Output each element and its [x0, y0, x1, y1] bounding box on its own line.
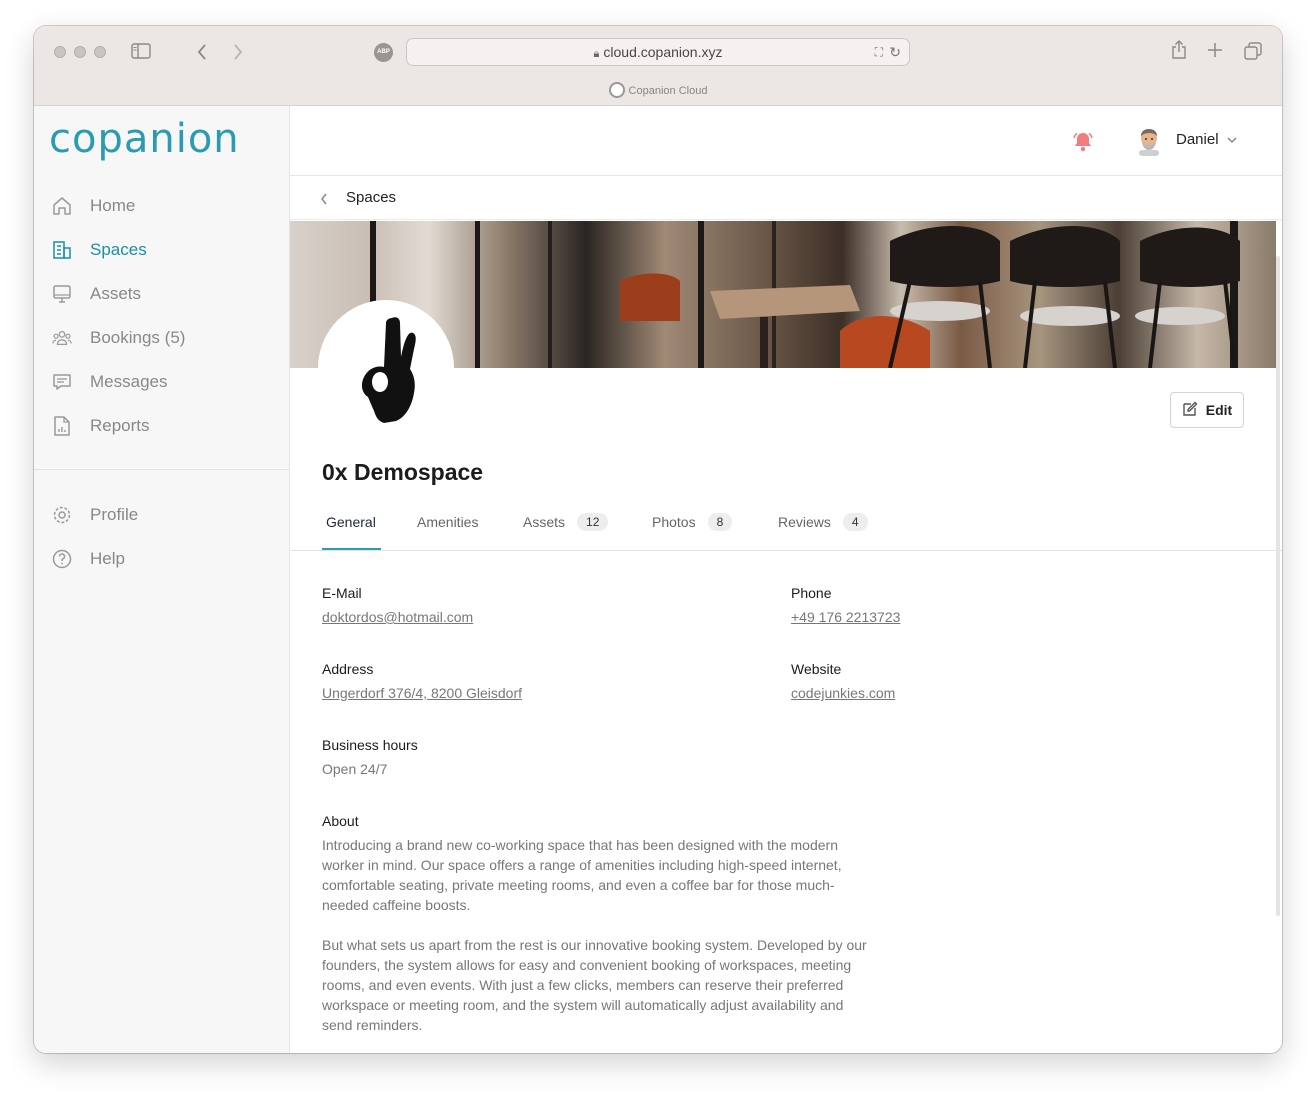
- user-name[interactable]: Daniel: [1176, 131, 1219, 148]
- edit-icon: [1182, 401, 1198, 420]
- sidebar-item-label: Reports: [90, 416, 150, 435]
- scrollbar[interactable]: [1276, 256, 1280, 916]
- address-link[interactable]: Ungerdorf 376/4, 8200 Gleisdorf: [322, 685, 522, 701]
- window-controls: [54, 46, 106, 58]
- monitor-icon: [52, 284, 72, 304]
- about-label: About: [322, 813, 359, 829]
- avatar[interactable]: [1136, 128, 1162, 156]
- ok-hand-icon: [361, 317, 416, 423]
- breadcrumb: Spaces: [290, 176, 1282, 220]
- sidebar-item-label: Home: [90, 196, 136, 215]
- email-link[interactable]: doktordos@hotmail.com: [322, 609, 473, 625]
- help-icon: [52, 549, 72, 569]
- chevron-down-icon[interactable]: [1226, 133, 1238, 151]
- chat-icon: [52, 372, 72, 392]
- main-content: Daniel Spaces Edit 0x Demospace General …: [290, 106, 1282, 1053]
- website-label: Website: [791, 661, 842, 677]
- business-hours-label: Business hours: [322, 737, 418, 753]
- tab-label: Photos: [652, 514, 696, 530]
- forward-icon[interactable]: [232, 43, 244, 64]
- chevron-left-icon[interactable]: [320, 192, 328, 210]
- gear-icon: [52, 505, 72, 525]
- sidebar-item-assets[interactable]: Assets: [52, 280, 141, 308]
- browser-tab[interactable]: Copanion Cloud: [34, 81, 1282, 101]
- website-link[interactable]: codejunkies.com: [791, 685, 895, 701]
- tab-amenities[interactable]: Amenities: [417, 514, 478, 530]
- sidebar-item-label: Help: [90, 549, 125, 568]
- adblock-icon[interactable]: ABP: [374, 43, 393, 62]
- address-bar[interactable]: 🔒︎ cloud.copanion.xyz ⛶ ↻: [406, 38, 910, 66]
- phone-label: Phone: [791, 585, 832, 601]
- sidebar-item-messages[interactable]: Messages: [52, 368, 167, 396]
- sidebar-item-profile[interactable]: Profile: [52, 501, 138, 529]
- sidebar-item-label: Bookings (5): [90, 328, 186, 347]
- new-tab-icon[interactable]: [1207, 42, 1223, 61]
- tab-title: Copanion Cloud: [628, 85, 708, 97]
- sidebar-toggle-icon[interactable]: [131, 43, 151, 62]
- translate-icon[interactable]: ⛶: [875, 39, 883, 65]
- sidebar-divider: [34, 469, 290, 470]
- sidebar-item-help[interactable]: Help: [52, 545, 125, 573]
- address-label: Address: [322, 661, 374, 677]
- favicon-icon: [608, 82, 625, 98]
- browser-window: ABP 🔒︎ cloud.copanion.xyz ⛶ ↻ Copanion Cl…: [34, 26, 1282, 1053]
- tab-overview-icon[interactable]: [1244, 42, 1262, 63]
- close-window-button[interactable]: [54, 46, 66, 58]
- email-label: E-Mail: [322, 585, 362, 601]
- page-title: 0x Demospace: [322, 459, 484, 485]
- count-badge: 4: [842, 513, 868, 531]
- bell-icon[interactable]: [1072, 131, 1094, 158]
- edit-label: Edit: [1205, 402, 1233, 418]
- report-icon: [52, 416, 72, 436]
- home-icon: [52, 196, 72, 216]
- edit-button[interactable]: Edit: [1170, 392, 1244, 428]
- count-badge: 12: [577, 513, 609, 531]
- reload-icon[interactable]: ↻: [889, 39, 901, 65]
- active-tab-indicator: [322, 548, 381, 550]
- sidebar-item-bookings[interactable]: Bookings (5): [52, 324, 185, 352]
- breadcrumb-spaces-link[interactable]: Spaces: [346, 189, 396, 206]
- about-paragraph-1: Introducing a brand new co-working space…: [322, 837, 842, 913]
- sidebar-item-label: Profile: [90, 505, 139, 524]
- tab-reviews[interactable]: Reviews 4: [778, 513, 868, 531]
- sidebar-item-label: Assets: [90, 284, 142, 303]
- tab-label: Reviews: [778, 514, 831, 530]
- tab-general[interactable]: General: [326, 514, 376, 530]
- share-icon[interactable]: [1171, 40, 1187, 63]
- sidebar-item-label: Spaces: [90, 240, 147, 259]
- tab-label: Assets: [523, 514, 566, 530]
- sidebar-item-reports[interactable]: Reports: [52, 412, 150, 440]
- tab-bar: General Amenities Assets 12 Photos 8 Rev…: [290, 502, 1282, 551]
- lock-icon: 🔒︎: [593, 48, 600, 60]
- top-bar: Daniel: [290, 106, 1282, 176]
- phone-link[interactable]: +49 176 2213723: [791, 609, 900, 625]
- sidebar-item-spaces[interactable]: Spaces: [52, 236, 147, 264]
- copanion-logo[interactable]: copanion: [49, 116, 240, 162]
- tab-assets[interactable]: Assets 12: [523, 513, 609, 531]
- url-text: cloud.copanion.xyz: [603, 44, 723, 60]
- about-paragraph-2: But what sets us apart from the rest is …: [322, 937, 867, 1033]
- business-hours-value: Open 24/7: [322, 761, 388, 777]
- minimize-window-button[interactable]: [74, 46, 86, 58]
- tab-photos[interactable]: Photos 8: [652, 513, 733, 531]
- sidebar-item-home[interactable]: Home: [52, 192, 135, 220]
- tab-label: General: [326, 514, 376, 530]
- maximize-window-button[interactable]: [94, 46, 106, 58]
- tab-label: Amenities: [417, 514, 479, 530]
- sidebar-item-label: Messages: [90, 372, 168, 391]
- space-avatar: [318, 300, 454, 436]
- count-badge: 8: [707, 513, 733, 531]
- sidebar: copanion Home Spaces Assets Bookings (5): [34, 106, 290, 1053]
- users-icon: [52, 328, 72, 348]
- browser-toolbar: ABP 🔒︎ cloud.copanion.xyz ⛶ ↻ Copanion Cl…: [34, 26, 1282, 106]
- back-icon[interactable]: [196, 43, 208, 64]
- building-icon: [52, 240, 72, 260]
